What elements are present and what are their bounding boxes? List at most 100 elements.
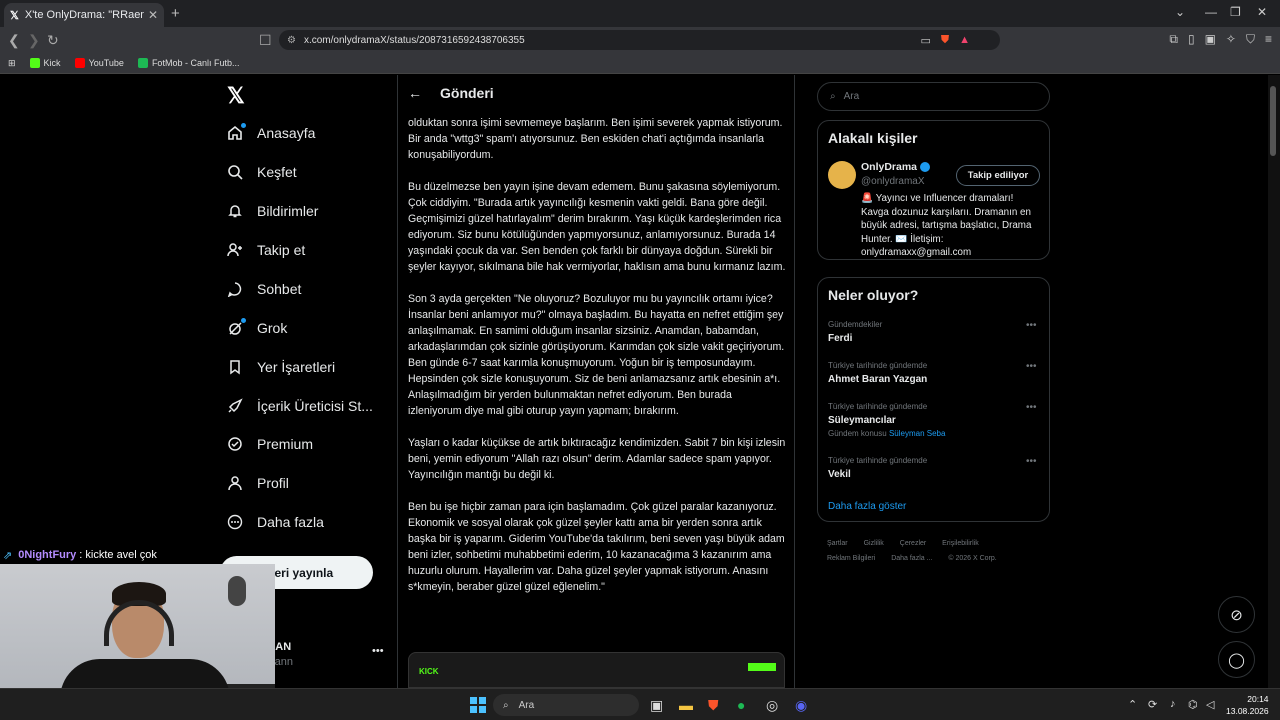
network-icon[interactable]: ⌬ [1188, 698, 1198, 711]
nav-home[interactable]: Anasayfa [227, 123, 315, 141]
bookmark-youtube[interactable]: YouTube [74, 58, 124, 68]
rewards-icon[interactable]: ▲ [959, 34, 970, 47]
menu-icon[interactable]: ≡ [1265, 32, 1272, 47]
nav-more[interactable]: Daha fazla [227, 514, 324, 530]
forward-icon[interactable]: ❯ [28, 32, 40, 49]
kick-icon [29, 58, 40, 68]
task-view-icon[interactable]: ▣ [650, 697, 663, 714]
bookmarks-bar: ⊞ Kick YouTube FotMob - Canlı Futb... [0, 53, 1280, 74]
nav-profile[interactable]: Profil [227, 475, 289, 491]
browser-tab[interactable]: 𝕏 X'te OnlyDrama: "RRaenee canlı ✕ [4, 3, 164, 27]
maximize-icon[interactable]: ❐ [1230, 5, 1241, 19]
mic-tray-icon[interactable]: ♪ [1170, 698, 1176, 710]
nav-explore[interactable]: Keşfet [227, 164, 297, 180]
x-logo-icon: 𝕏 [10, 9, 19, 22]
brave-shield-icon[interactable]: ⛊ [941, 34, 949, 47]
close-window-icon[interactable]: ✕ [1257, 5, 1267, 19]
system-clock[interactable]: 20:14 13.08.2026 [1226, 693, 1269, 717]
reload-icon[interactable]: ↻ [47, 32, 59, 49]
tray-chevron-icon[interactable]: ⌃ [1128, 698, 1137, 711]
nav-premium[interactable]: Premium [227, 436, 313, 452]
trend-context: Türkiye tarihinde gündemde [828, 361, 928, 370]
volume-icon[interactable]: ◁ [1206, 698, 1214, 711]
trend-item[interactable]: Türkiye tarihinde gündemde Süleymancılar… [828, 402, 1037, 438]
cast-icon[interactable]: ▭ [920, 34, 930, 47]
browser-toolbar: ❮ ❯ ↻ ☐ ⚙ x.com/onlydramaX/status/208731… [0, 27, 1280, 53]
bookmark-icon [227, 359, 243, 375]
scrollbar-thumb[interactable] [1270, 86, 1276, 156]
tab-title: X'te OnlyDrama: "RRaenee canlı [24, 9, 144, 21]
trend-more-icon[interactable]: ••• [1026, 456, 1037, 467]
footer-link[interactable]: Şartlar [827, 540, 848, 547]
file-explorer-icon[interactable]: ▬ [679, 697, 693, 713]
obs-icon[interactable]: ◎ [766, 697, 778, 714]
bookmark-page-icon[interactable]: ☐ [259, 32, 272, 49]
nav-grok[interactable]: Grok [227, 318, 287, 336]
more-icon [227, 514, 243, 530]
x-home-logo-icon[interactable]: 𝕏 [227, 83, 245, 109]
bookmark-kick[interactable]: Kick [29, 58, 61, 68]
search-input[interactable]: ⌕ Ara [817, 82, 1050, 111]
fotmob-icon [137, 58, 148, 68]
trend-item[interactable]: Türkiye tarihinde gündemde Vekil ••• [828, 456, 1037, 480]
copyright: © 2026 X Corp. [948, 555, 997, 562]
trend-more-icon[interactable]: ••• [1026, 320, 1037, 331]
apps-icon[interactable]: ⊞ [8, 58, 16, 69]
show-more-link[interactable]: Daha fazla göster [828, 501, 906, 512]
footer-link[interactable]: Çerezler [900, 540, 926, 547]
grok-fab-icon[interactable]: ⊘ [1218, 596, 1255, 633]
trend-item[interactable]: Türkiye tarihinde gündemde Ahmet Baran Y… [828, 361, 1037, 385]
wallet-icon[interactable]: ▣ [1205, 32, 1216, 47]
brave-icon[interactable]: ⛊ [708, 697, 719, 714]
new-tab-button[interactable]: + [171, 5, 180, 22]
sync-icon[interactable]: ⟳ [1148, 698, 1157, 711]
trend-sub-link[interactable]: Süleyman Seba [889, 429, 945, 438]
nav-creator-studio[interactable]: İçerik Üreticisi St... [227, 398, 373, 414]
post-paragraph: olduktan sonra işimi sevmemeye başlarım.… [408, 117, 783, 161]
minimize-icon[interactable]: — [1205, 5, 1217, 19]
person-name[interactable]: OnlyDrama [861, 161, 931, 173]
following-button[interactable]: Takip ediliyor [956, 165, 1040, 186]
nav-label: Premium [257, 436, 314, 452]
spotify-icon[interactable]: ● [737, 697, 745, 713]
nav-notifications[interactable]: Bildirimler [227, 203, 318, 219]
windows-start-icon[interactable] [470, 697, 486, 713]
nav-follow[interactable]: Takip et [227, 242, 305, 258]
nav-label: Bildirimler [257, 203, 319, 219]
trend-item[interactable]: Gündemdekiler Ferdi ••• [828, 320, 1037, 344]
messages-fab-icon[interactable]: ◯ [1218, 641, 1255, 678]
nav-label: Yer İşaretleri [257, 359, 336, 375]
discord-icon[interactable]: ◉ [795, 697, 807, 714]
person-bio: 🚨 Yayıncı ve Influencer dramaları! Kavga… [861, 193, 1032, 258]
site-info-icon[interactable]: ⚙ [287, 35, 296, 46]
sidebar-icon[interactable]: ▯ [1188, 32, 1195, 47]
chat-badge-icon: ⇗ [3, 549, 13, 562]
footer-link[interactable]: Erişilebilirlik [942, 540, 979, 547]
nav-bookmarks[interactable]: Yer İşaretleri [227, 359, 335, 375]
youtube-icon [74, 58, 85, 68]
extensions-icon[interactable]: ⧉ [1169, 32, 1178, 47]
url-bar[interactable]: ⚙ x.com/onlydramaX/status/20873165924387… [279, 30, 1000, 50]
scrollbar[interactable] [1268, 75, 1280, 688]
avatar[interactable] [828, 161, 856, 189]
vpn-icon[interactable]: ⛉ [1246, 32, 1255, 47]
footer-link[interactable]: Reklam Bilgileri [827, 555, 875, 562]
trend-more-icon[interactable]: ••• [1026, 402, 1037, 413]
back-arrow-icon[interactable]: ← [408, 85, 422, 101]
taskbar-search[interactable]: ⌕ Ara [493, 694, 639, 716]
footer-link[interactable]: Daha fazla ... [891, 555, 932, 562]
post-media[interactable]: KICK [408, 652, 785, 688]
back-icon[interactable]: ❮ [8, 32, 20, 49]
extensions-area: ⧉ ▯ ▣ ✧ ⛉ ≡ [1159, 32, 1272, 47]
taskbar: ⌕ Ara ▣ ▬ ⛊ ● ◎ ◉ ⌃ ⟳ ♪ ⌬ ◁ 20:14 13.08.… [0, 688, 1280, 720]
trend-more-icon[interactable]: ••• [1026, 361, 1037, 372]
tab-list-icon[interactable]: ⌄ [1175, 5, 1185, 19]
bookmark-fotmob[interactable]: FotMob - Canlı Futb... [137, 58, 239, 68]
footer-link[interactable]: Gizlilik [864, 540, 884, 547]
close-tab-icon[interactable]: ✕ [148, 8, 158, 22]
bookmark-label: Kick [43, 58, 61, 68]
leo-icon[interactable]: ✧ [1226, 32, 1236, 47]
more-options-icon[interactable]: ••• [372, 645, 384, 657]
nav-chat[interactable]: Sohbet [227, 281, 301, 297]
grok-icon [227, 320, 243, 336]
